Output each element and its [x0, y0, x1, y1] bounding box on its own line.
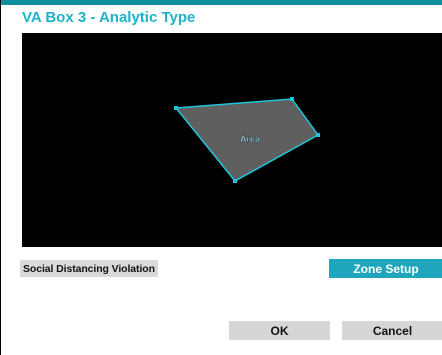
analytic-type-dialog: VA Box 3 - Analytic Type Area Social Dis… [0, 0, 442, 355]
analytic-type-value: Social Distancing Violation [23, 262, 155, 275]
ok-button[interactable]: OK [229, 321, 330, 340]
zone-vertex-handle[interactable] [174, 106, 178, 110]
dialog-top-accent-bar [1, 0, 442, 5]
cancel-button[interactable]: Cancel [342, 321, 442, 340]
zone-vertex-handle[interactable] [290, 97, 294, 101]
analytic-type-dropdown[interactable]: Social Distancing Violation [20, 260, 158, 277]
zone-area-label: Area [240, 134, 261, 144]
zone-drawing-svg[interactable]: Area [22, 33, 442, 247]
zone-vertex-handle[interactable] [233, 179, 237, 183]
dialog-title: VA Box 3 - Analytic Type [22, 9, 196, 26]
zone-vertex-handle[interactable] [316, 133, 320, 137]
zone-setup-button[interactable]: Zone Setup [329, 259, 442, 278]
video-preview-canvas[interactable]: Area [22, 33, 442, 247]
